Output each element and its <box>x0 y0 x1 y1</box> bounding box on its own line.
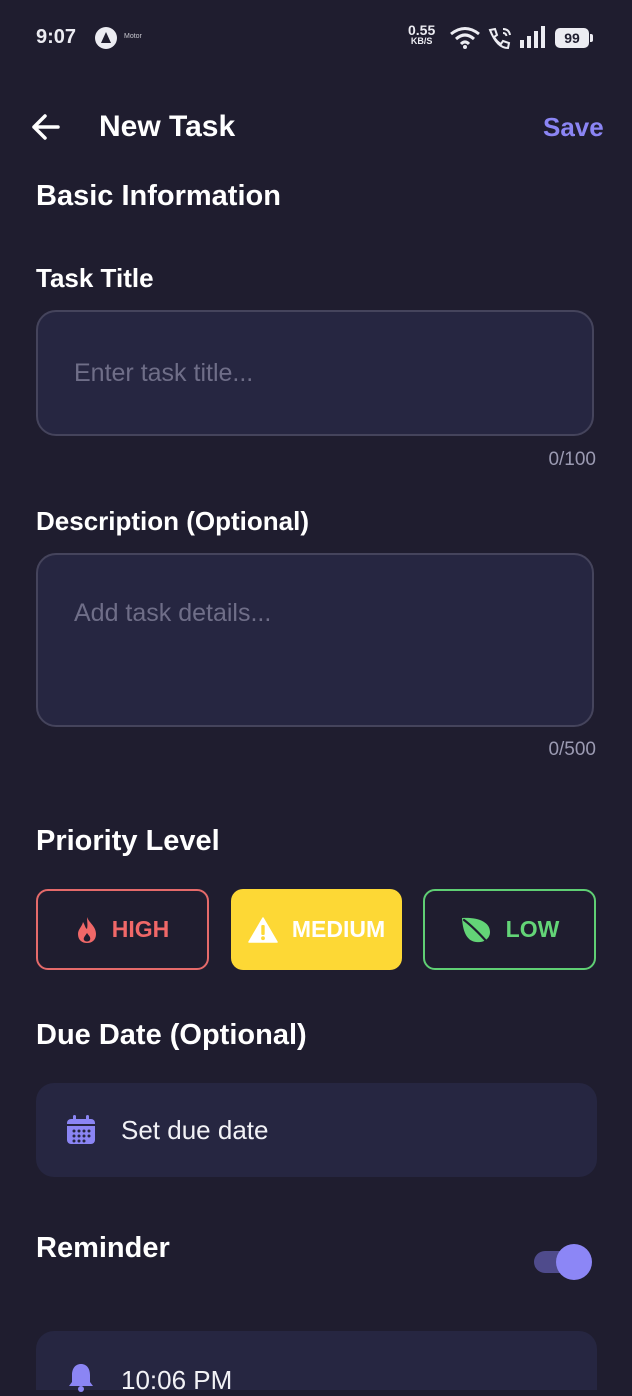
reminder-time: 10:06 PM <box>121 1365 233 1395</box>
signal-icon <box>520 26 545 48</box>
due-date-label: Due Date (Optional) <box>36 1019 307 1051</box>
priority-label: Priority Level <box>36 825 220 857</box>
priority-medium-label: MEDIUM <box>291 916 386 942</box>
task-title-label: Task Title <box>36 263 154 293</box>
reminder-toggle-thumb <box>556 1244 592 1280</box>
reminder-time-button[interactable]: 10:06 PM <box>36 1331 597 1395</box>
priority-low-label: LOW <box>505 916 560 942</box>
set-due-date-button[interactable]: Set due date <box>36 1083 597 1177</box>
priority-high-button[interactable]: HIGH <box>36 889 209 970</box>
reminder-label: Reminder <box>36 1232 170 1264</box>
reminder-toggle[interactable] <box>534 1244 592 1280</box>
calendar-icon <box>67 1115 95 1144</box>
flame-icon <box>77 916 96 943</box>
task-title-input[interactable] <box>38 312 592 434</box>
arrow-left-icon <box>32 114 60 140</box>
status-app-tag: Motor <box>124 33 142 40</box>
network-speed-unit: KB/S <box>410 36 433 46</box>
task-title-field <box>36 310 594 436</box>
priority-medium-button[interactable]: MEDIUM <box>231 889 402 970</box>
wifi-icon <box>450 27 480 49</box>
battery-icon: 99 <box>555 28 593 48</box>
page-title: New Task <box>99 110 236 143</box>
bell-icon <box>69 1364 93 1392</box>
back-button[interactable] <box>28 110 68 144</box>
description-counter: 0/500 <box>548 739 596 760</box>
description-field <box>36 553 594 727</box>
leaf-icon <box>461 917 490 943</box>
priority-high-label: HIGH <box>111 916 170 942</box>
description-input[interactable] <box>38 555 592 725</box>
save-button[interactable]: Save <box>543 112 604 143</box>
priority-low-button[interactable]: LOW <box>423 889 596 970</box>
app-a-icon <box>95 27 117 49</box>
section-title: Basic Information <box>36 180 281 212</box>
wifi-call-icon <box>488 27 511 50</box>
task-title-counter: 0/100 <box>548 449 596 470</box>
network-speed: 0.55 KB/S <box>408 23 435 46</box>
description-label: Description (Optional) <box>36 506 309 536</box>
due-date-text: Set due date <box>121 1114 269 1145</box>
status-time: 9:07 <box>36 26 77 48</box>
warning-icon <box>248 916 278 943</box>
